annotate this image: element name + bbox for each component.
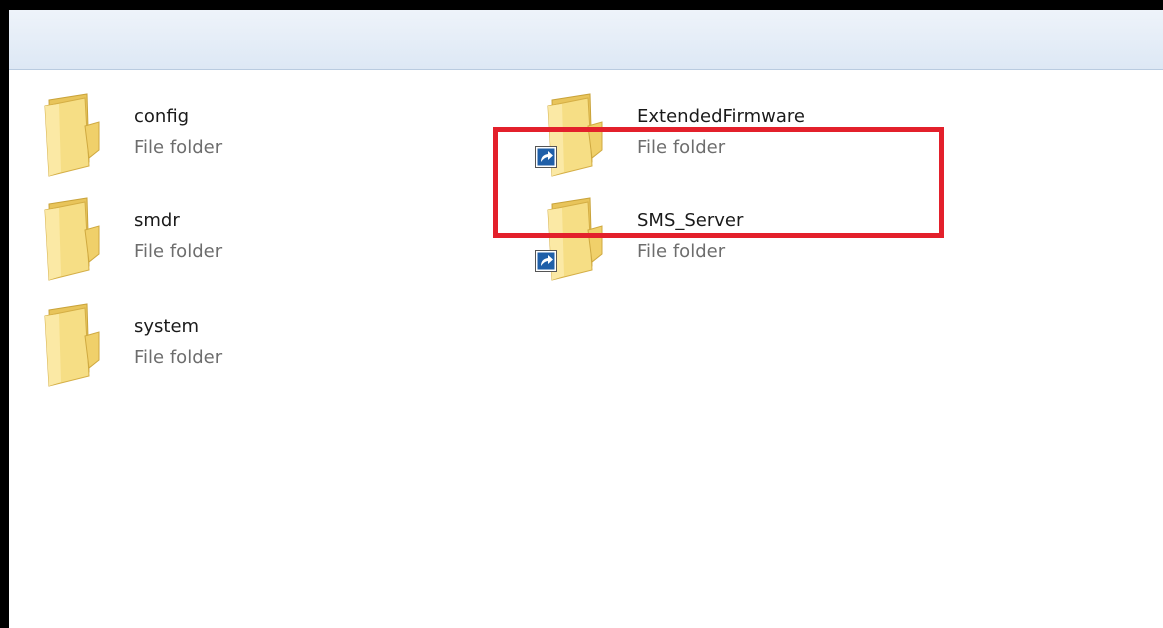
item-type: File folder xyxy=(134,137,223,158)
folder-item-config[interactable]: config File folder xyxy=(39,86,439,182)
folder-icon xyxy=(39,86,109,182)
item-name: SMS_Server xyxy=(637,210,744,231)
folder-icon xyxy=(39,296,109,392)
item-name: config xyxy=(134,106,190,127)
item-name: system xyxy=(134,316,200,337)
toolbar-bar xyxy=(9,10,1163,70)
item-name: smdr xyxy=(134,210,180,231)
item-name: ExtendedFirmware xyxy=(637,106,805,127)
folder-icon xyxy=(39,190,109,286)
item-type: File folder xyxy=(637,241,726,262)
item-type: File folder xyxy=(134,347,223,368)
folder-item-sms-server[interactable]: SMS_Server File folder xyxy=(535,190,942,286)
explorer-window: config File folder smdr File folder syst… xyxy=(9,10,1163,628)
file-list: config File folder smdr File folder syst… xyxy=(9,70,1163,628)
item-type: File folder xyxy=(637,137,726,158)
shortcut-arrow-icon xyxy=(535,250,557,272)
item-type: File folder xyxy=(134,241,223,262)
shortcut-arrow-icon xyxy=(535,146,557,168)
folder-item-smdr[interactable]: smdr File folder xyxy=(39,190,439,286)
folder-item-system[interactable]: system File folder xyxy=(39,296,439,392)
folder-item-extendedfirmware[interactable]: ExtendedFirmware File folder xyxy=(535,86,942,182)
